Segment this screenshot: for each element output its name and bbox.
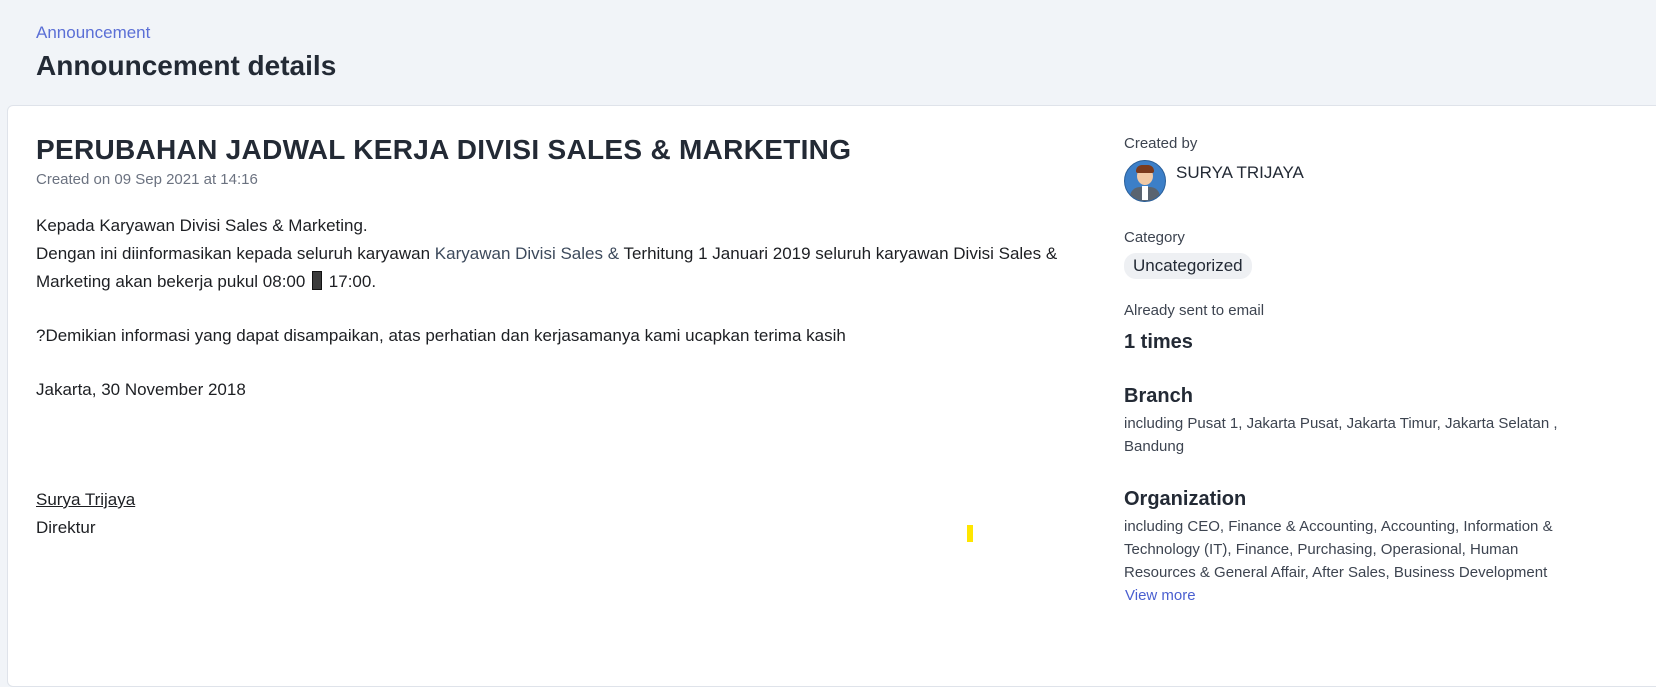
signer-name: Surya Trijaya: [36, 490, 136, 509]
avatar: [1124, 160, 1166, 202]
creator: SURYA TRIJAYA: [1124, 160, 1564, 202]
announcement-body: Kepada Karyawan Divisi Sales & Marketing…: [36, 212, 1116, 542]
details-sidebar: Created by SURYA TRIJAYA Category Uncate…: [1124, 134, 1564, 607]
email-sent-count: 1 times: [1124, 331, 1193, 353]
body-inline-text: Karyawan Divisi Sales &: [434, 244, 624, 263]
organization-list: including CEO, Finance & Accounting, Acc…: [1124, 518, 1553, 581]
creator-name: SURYA TRIJAYA: [1176, 163, 1304, 182]
category-badge: Uncategorized: [1124, 253, 1252, 279]
closing-text: ?Demikian informasi yang dapat disampaik…: [36, 326, 846, 345]
greeting-text: Kepada Karyawan Divisi Sales & Marketing…: [36, 216, 368, 235]
created-by-label: Created by: [1124, 135, 1198, 152]
body-paragraph: Dengan ini diinformasikan kepada seluruh…: [36, 240, 1116, 296]
announcement-created-on: Created on 09 Sep 2021 at 14:16: [36, 171, 258, 188]
branch-title: Branch: [1124, 385, 1193, 407]
announcement-main: PERUBAHAN JADWAL KERJA DIVISI SALES & MA…: [36, 132, 1116, 542]
place-date-text: Jakarta, 30 November 2018: [36, 380, 246, 399]
announcement-title: PERUBAHAN JADWAL KERJA DIVISI SALES & MA…: [36, 134, 852, 165]
unknown-character-icon: [312, 271, 323, 290]
body-text-part3: 17:00.: [324, 272, 377, 291]
email-sent-label: Already sent to email: [1124, 302, 1265, 319]
breadcrumb[interactable]: Announcement: [36, 22, 336, 44]
view-more-link[interactable]: View more: [1125, 584, 1564, 607]
page-header: Announcement Announcement details: [36, 22, 336, 84]
announcement-card: PERUBAHAN JADWAL KERJA DIVISI SALES & MA…: [7, 105, 1656, 687]
body-text-part1: Dengan ini diinformasikan kepada seluruh…: [36, 244, 435, 263]
page-title: Announcement details: [36, 50, 337, 81]
branch-list: including Pusat 1, Jakarta Pusat, Jakart…: [1124, 415, 1558, 455]
text-cursor-highlight: [967, 525, 973, 542]
category-label: Category: [1124, 229, 1185, 246]
signer-role: Direktur: [36, 518, 96, 537]
organization-title: Organization: [1124, 488, 1247, 510]
